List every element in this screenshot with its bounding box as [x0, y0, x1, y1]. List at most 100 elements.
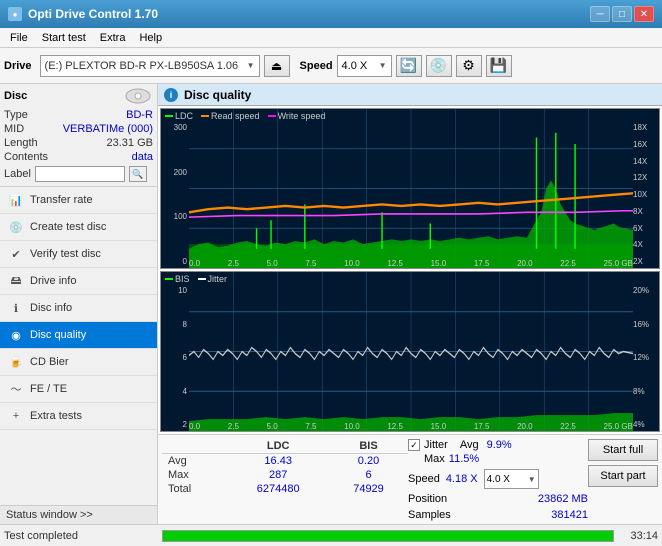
- sidebar-item-fe-te[interactable]: 〜 FE / TE: [0, 376, 157, 403]
- menu-bar: File Start test Extra Help: [0, 28, 662, 48]
- extra-tests-icon: +: [8, 408, 24, 424]
- window-controls: ─ □ ✕: [590, 6, 654, 22]
- stats-max-ldc: 287: [227, 468, 329, 482]
- bis-legend-label: BIS: [175, 274, 190, 284]
- stats-avg-bis: 0.20: [329, 454, 408, 469]
- stats-col-empty: [162, 439, 227, 454]
- write-speed-legend-color: [268, 115, 276, 117]
- drive-value: (E:) PLEXTOR BD-R PX-LB950SA 1.06: [45, 60, 239, 72]
- sidebar-item-transfer-rate[interactable]: 📊 Transfer rate: [0, 187, 157, 214]
- menu-help[interactable]: Help: [133, 31, 168, 45]
- disc-label-btn[interactable]: 🔍: [129, 166, 147, 182]
- disc-title: Disc: [4, 90, 27, 102]
- app-icon: ●: [8, 7, 22, 21]
- disc-contents-value: data: [132, 151, 153, 163]
- sidebar: Disc Type BD-R MID VERBATIMe (000) Lengt…: [0, 84, 158, 524]
- disc-length-value: 23.31 GB: [107, 137, 153, 149]
- close-button[interactable]: ✕: [634, 6, 654, 22]
- burn-button[interactable]: 💿: [426, 55, 452, 77]
- speed-info-value: 4.18 X: [446, 473, 478, 485]
- sidebar-item-drive-info[interactable]: 🖴 Drive info: [0, 268, 157, 295]
- jitter-checkbox[interactable]: ✓: [408, 439, 420, 451]
- sidebar-item-cd-bier-label: CD Bier: [30, 356, 69, 368]
- jitter-legend-label: Jitter: [208, 274, 228, 284]
- top-chart: 300 200 100 0 18X 16X 14X 12X 10X 8X 6X …: [160, 108, 660, 269]
- sidebar-item-disc-info[interactable]: ℹ Disc info: [0, 295, 157, 322]
- stats-area: LDC BIS Avg 16.43 0.20 Max 287: [158, 434, 662, 524]
- menu-extra[interactable]: Extra: [94, 31, 132, 45]
- bottom-status-bar: Test completed 33:14: [0, 524, 662, 546]
- jitter-row: ✓ Jitter Avg 9.9%: [408, 439, 588, 451]
- status-text: Test completed: [4, 530, 158, 542]
- disc-label-label: Label: [4, 168, 31, 180]
- jitter-avg-value: 9.9%: [487, 439, 512, 451]
- samples-label: Samples: [408, 509, 451, 521]
- position-row: Position 23862 MB: [408, 493, 588, 505]
- status-window-link[interactable]: Status window >>: [0, 505, 157, 524]
- disc-label-input[interactable]: [35, 166, 125, 182]
- verify-test-disc-icon: ✔: [8, 246, 24, 262]
- position-value: 23862 MB: [538, 493, 588, 505]
- transfer-rate-icon: 📊: [8, 192, 24, 208]
- jitter-max-label: Max: [424, 453, 445, 465]
- content-area: i Disc quality 300 200 100 0 18X 16X 14X: [158, 84, 662, 524]
- speed-select[interactable]: 4.0 X ▼: [337, 55, 392, 77]
- start-full-button[interactable]: Start full: [588, 439, 658, 461]
- stats-total-ldc: 6274480: [227, 482, 329, 496]
- drive-info-icon: 🖴: [8, 273, 24, 289]
- stats-max-label: Max: [162, 468, 227, 482]
- disc-type-row: Type BD-R: [4, 108, 153, 122]
- speed-value: 4.0 X: [342, 60, 368, 72]
- stats-col-bis: BIS: [329, 439, 408, 454]
- sidebar-item-cd-bier[interactable]: 🍺 CD Bier: [0, 349, 157, 376]
- drive-dropdown-arrow: ▼: [247, 61, 255, 70]
- stats-col-ldc: LDC: [227, 439, 329, 454]
- disc-contents-label: Contents: [4, 151, 48, 163]
- sidebar-item-drive-info-label: Drive info: [30, 275, 76, 287]
- start-part-button[interactable]: Start part: [588, 465, 658, 487]
- bottom-chart-svg: [189, 272, 633, 431]
- bottom-chart: 10 8 6 4 2 20% 16% 12% 8% 4%: [160, 271, 660, 432]
- speed-dropdown-arrow: ▼: [379, 61, 387, 70]
- menu-file[interactable]: File: [4, 31, 34, 45]
- eject-button[interactable]: ⏏: [264, 55, 290, 77]
- jitter-label: Jitter: [424, 439, 448, 451]
- disc-quality-title: Disc quality: [184, 88, 251, 102]
- sidebar-item-create-test-disc[interactable]: 💿 Create test disc: [0, 214, 157, 241]
- disc-length-row: Length 23.31 GB: [4, 136, 153, 150]
- disc-length-label: Length: [4, 137, 38, 149]
- sidebar-item-extra-tests[interactable]: + Extra tests: [0, 403, 157, 430]
- jitter-max-value: 11.5%: [449, 453, 479, 465]
- speed-stat-arrow: ▼: [528, 475, 536, 484]
- title-bar: ● Opti Drive Control 1.70 ─ □ ✕: [0, 0, 662, 28]
- drive-label: Drive: [4, 60, 32, 72]
- stats-total-label: Total: [162, 482, 227, 496]
- options-button[interactable]: ⚙: [456, 55, 482, 77]
- sidebar-item-disc-info-label: Disc info: [30, 302, 72, 314]
- minimize-button[interactable]: ─: [590, 6, 610, 22]
- menu-start-test[interactable]: Start test: [36, 31, 92, 45]
- drive-select[interactable]: (E:) PLEXTOR BD-R PX-LB950SA 1.06 ▼: [40, 55, 260, 77]
- top-chart-svg: [189, 109, 633, 268]
- btn-area: Start full Start part: [588, 439, 658, 520]
- sidebar-item-disc-quality[interactable]: ◉ Disc quality: [0, 322, 157, 349]
- bis-legend-color: [165, 278, 173, 280]
- sidebar-item-verify-test-disc-label: Verify test disc: [30, 248, 101, 260]
- stats-max-bis: 6: [329, 468, 408, 482]
- toolbar: Drive (E:) PLEXTOR BD-R PX-LB950SA 1.06 …: [0, 48, 662, 84]
- disc-contents-row: Contents data: [4, 150, 153, 164]
- maximize-button[interactable]: □: [612, 6, 632, 22]
- stats-avg-ldc: 16.43: [227, 454, 329, 469]
- stats-row-max: Max 287 6: [162, 468, 408, 482]
- write-speed-legend-label: Write speed: [278, 111, 326, 121]
- sidebar-item-disc-quality-label: Disc quality: [30, 329, 86, 341]
- sidebar-item-verify-test-disc[interactable]: ✔ Verify test disc: [0, 241, 157, 268]
- sidebar-item-transfer-rate-label: Transfer rate: [30, 194, 93, 206]
- speed-stat-select[interactable]: 4.0 X ▼: [484, 469, 539, 489]
- save-button[interactable]: 💾: [486, 55, 512, 77]
- refresh-button[interactable]: 🔄: [396, 55, 422, 77]
- disc-quality-icon: ◉: [8, 327, 24, 343]
- stats-row-avg: Avg 16.43 0.20: [162, 454, 408, 469]
- jitter-avg-label: Avg: [460, 439, 479, 451]
- stats-total-bis: 74929: [329, 482, 408, 496]
